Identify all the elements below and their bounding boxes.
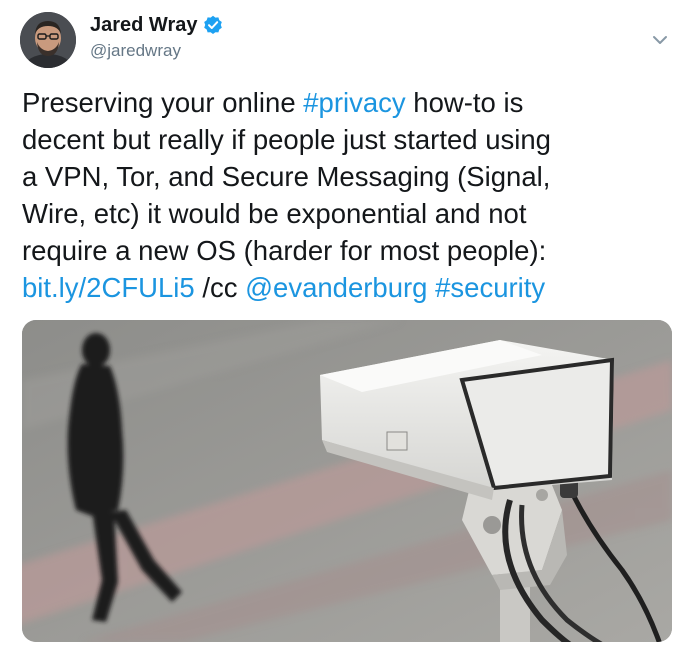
tweet-line: require a new OS (harder for most people… bbox=[22, 232, 682, 269]
mention-evanderburg-link[interactable]: @evanderburg bbox=[245, 272, 427, 303]
tweet-text-segment: a VPN, Tor, and Secure Messaging (Signal… bbox=[22, 161, 551, 192]
tweet-card: Jared Wray @jaredwray Preserving your on… bbox=[0, 0, 700, 653]
author-name-row[interactable]: Jared Wray bbox=[90, 13, 223, 37]
tweet-media-image[interactable] bbox=[22, 320, 672, 642]
tweet-line: a VPN, Tor, and Secure Messaging (Signal… bbox=[22, 158, 682, 195]
tweet-text-segment: require a new OS (harder for most people… bbox=[22, 235, 547, 266]
short-url-link[interactable]: bit.ly/2CFULi5 bbox=[22, 272, 195, 303]
tweet-text-segment: Wire, etc) it would be exponential and n… bbox=[22, 198, 527, 229]
tweet-line: Preserving your online #privacy how-to i… bbox=[22, 84, 682, 121]
tweet-line: decent but really if people just started… bbox=[22, 121, 682, 158]
tweet-text: Preserving your online #privacy how-to i… bbox=[22, 84, 682, 306]
author-name[interactable]: Jared Wray bbox=[90, 13, 197, 37]
tweet-text-segment bbox=[427, 272, 435, 303]
hashtag-security-link[interactable]: #security bbox=[435, 272, 545, 303]
tweet-line: Wire, etc) it would be exponential and n… bbox=[22, 195, 682, 232]
tweet-line: bit.ly/2CFULi5 /cc @evanderburg #securit… bbox=[22, 269, 682, 306]
verified-badge-icon bbox=[203, 15, 223, 35]
hashtag-privacy-link[interactable]: #privacy bbox=[303, 87, 405, 118]
author-avatar[interactable] bbox=[20, 12, 76, 68]
tweet-text-segment: Preserving your online bbox=[22, 87, 304, 118]
chevron-down-icon[interactable] bbox=[648, 28, 672, 52]
author-handle[interactable]: @jaredwray bbox=[90, 41, 181, 61]
tweet-text-segment: how-to is bbox=[405, 87, 524, 118]
tweet-text-segment: decent but really if people just started… bbox=[22, 124, 551, 155]
tweet-text-segment: /cc bbox=[194, 272, 246, 303]
